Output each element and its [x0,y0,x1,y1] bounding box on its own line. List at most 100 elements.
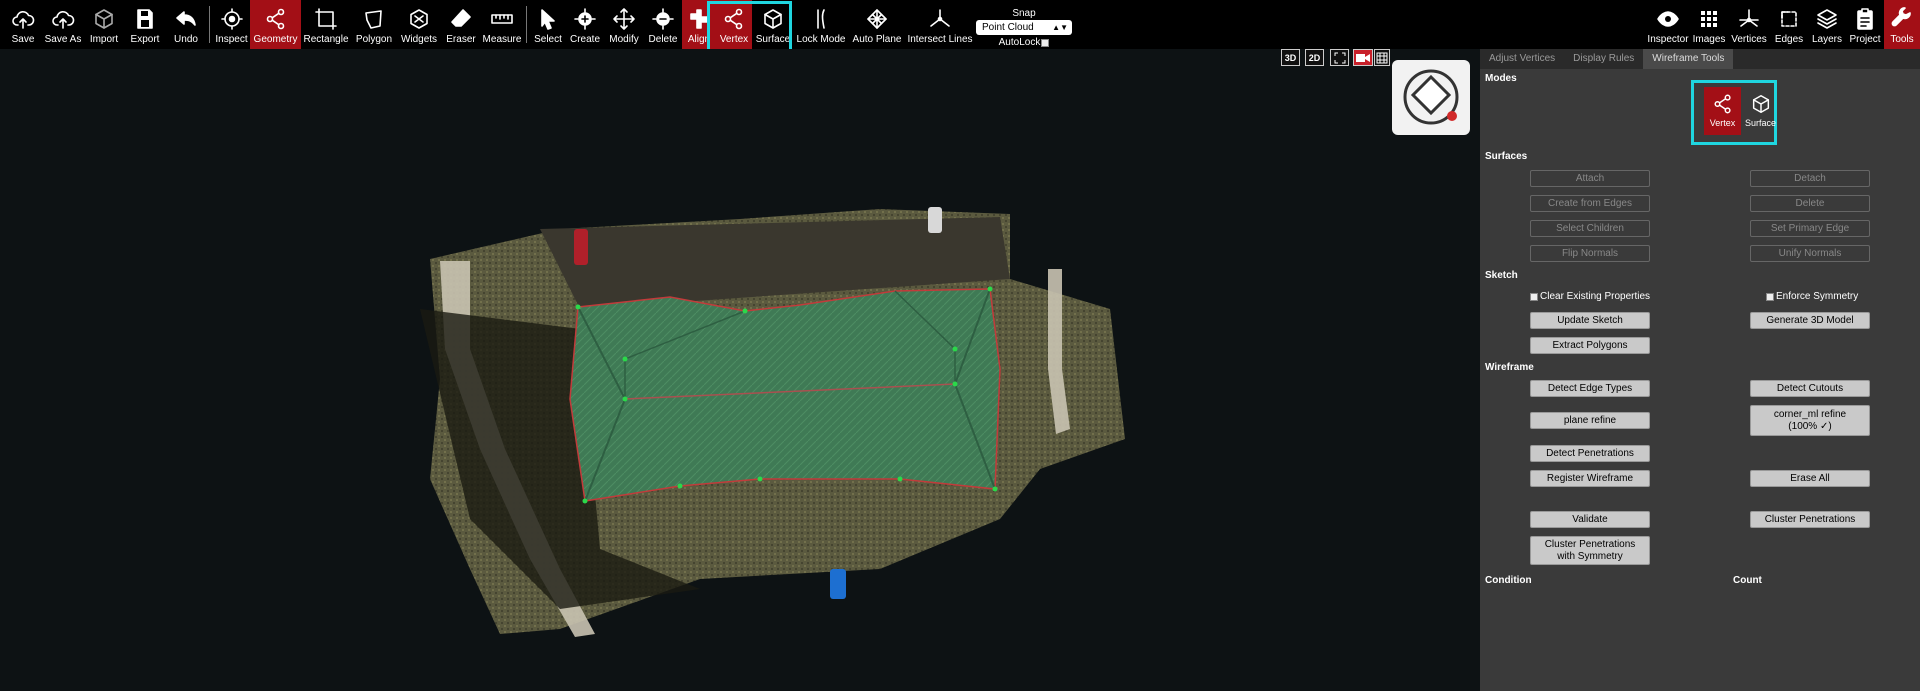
edges-button[interactable]: Edges [1770,0,1808,49]
clear-existing-option[interactable]: Clear Existing Properties [1530,291,1650,302]
3d-viewport[interactable]: 3D 2D [0,49,1480,691]
images-button[interactable]: Images [1690,0,1728,49]
enforce-symmetry-label: Enforce Symmetry [1776,291,1859,302]
export-button[interactable]: Export [124,0,166,49]
tools-button[interactable]: Tools [1884,0,1920,49]
layers-button[interactable]: Layers [1808,0,1846,49]
modify-button[interactable]: Modify [604,0,644,49]
vertices-button[interactable]: Vertices [1728,0,1770,49]
project-button[interactable]: Project [1846,0,1884,49]
detect-edge-types-button[interactable]: Detect Edge Types [1530,380,1650,397]
snap-select[interactable]: Point Cloud ▲▼ [976,20,1072,35]
condition-heading: Condition [1485,575,1532,586]
import-button[interactable]: Import [84,0,124,49]
rectangle-button[interactable]: Rectangle [301,0,351,49]
intersect-lines-label: Intersect Lines [907,34,973,45]
select-button[interactable]: Select [530,0,566,49]
wrench-icon [1891,7,1911,27]
cluster-penetrations-symmetry-button[interactable]: Cluster Penetrations with Symmetry [1530,536,1650,565]
point-cloud-scene[interactable] [0,49,1480,691]
extract-polygons-button[interactable]: Extract Polygons [1530,337,1650,354]
view-2d-button[interactable]: 2D [1305,49,1324,66]
measure-button[interactable]: Measure [481,0,523,49]
set-primary-edge-button[interactable]: Set Primary Edge [1750,220,1870,237]
intersect-icon [930,9,950,27]
view-3d-label: 3D [1284,52,1297,63]
crosshair-icon [220,8,243,30]
select-children-button[interactable]: Select Children [1530,220,1650,237]
vertex-button[interactable]: Vertex [716,0,752,49]
import-label: Import [89,34,119,45]
surface-label: Surface [755,34,791,45]
mode-surface-button[interactable]: Surface [1742,87,1779,135]
align-button[interactable]: Align [682,0,716,49]
tools-label: Tools [1890,34,1914,45]
export-label: Export [130,34,160,45]
enforce-symmetry-option[interactable]: Enforce Symmetry [1766,291,1858,302]
move-arrows-icon [613,8,635,30]
save-button[interactable]: Save [4,0,42,49]
cluster-penetrations-button[interactable]: Cluster Penetrations [1750,511,1870,528]
mode-vertex-button[interactable]: Vertex [1704,87,1741,135]
ruler-icon [491,14,513,24]
geometry-button[interactable]: Geometry [250,0,301,49]
plane-refine-button[interactable]: plane refine [1530,412,1650,429]
detect-cutouts-button[interactable]: Detect Cutouts [1750,380,1870,397]
orientation-gizmo[interactable] [1392,60,1470,135]
grid-diamond-icon [867,9,887,29]
erase-all-button[interactable]: Erase All [1750,470,1870,487]
intersect-lines-button[interactable]: Intersect Lines [906,0,974,49]
create-from-edges-button[interactable]: Create from Edges [1530,195,1650,212]
update-sketch-button[interactable]: Update Sketch [1530,312,1650,329]
tab-display-rules[interactable]: Display Rules [1564,49,1643,69]
widgets-icon [410,9,428,29]
wireframe-heading: Wireframe [1485,362,1534,373]
edges-label: Edges [1774,34,1804,45]
floppy-disk-icon [137,9,153,29]
grid-toggle-button[interactable] [1374,49,1390,66]
validate-button[interactable]: Validate [1530,511,1650,528]
enforce-symmetry-checkbox[interactable] [1766,292,1774,301]
auto-plane-button[interactable]: Auto Plane [848,0,906,49]
share-nodes-icon [266,8,284,30]
rectangle-icon [315,8,337,30]
register-wireframe-button[interactable]: Register Wireframe [1530,470,1650,487]
share-nodes-icon [1713,94,1731,114]
view-3d-button[interactable]: 3D [1281,49,1300,66]
sketch-heading: Sketch [1485,270,1518,281]
camera-button[interactable] [1353,49,1373,66]
detect-penetrations-button[interactable]: Detect Penetrations [1530,445,1650,462]
attach-button[interactable]: Attach [1530,170,1650,187]
cube-icon [95,9,113,29]
inspect-button[interactable]: Inspect [213,0,250,49]
autolock-control[interactable]: AutoLock [976,37,1072,48]
surface-delete-button[interactable]: Delete [1750,195,1870,212]
corner-ml-refine-button[interactable]: corner_ml refine (100% ✓) [1750,405,1870,436]
detach-button[interactable]: Detach [1750,170,1870,187]
eraser-button[interactable]: Eraser [441,0,481,49]
clear-existing-checkbox[interactable] [1530,292,1538,301]
autolock-checkbox[interactable] [1041,38,1050,47]
save-as-button[interactable]: Save As [42,0,84,49]
delete-button[interactable]: Delete [644,0,682,49]
share-nodes-icon [724,8,743,30]
inspector-button[interactable]: Inspector [1646,0,1690,49]
lock-mode-button[interactable]: Lock Mode [794,0,848,49]
tab-adjust-vertices[interactable]: Adjust Vertices [1480,49,1564,69]
fullscreen-button[interactable] [1330,49,1349,66]
generate-3d-model-button[interactable]: Generate 3D Model [1750,312,1870,329]
save-label: Save [11,34,35,45]
tab-wireframe-tools[interactable]: Wireframe Tools [1643,49,1734,69]
create-button[interactable]: Create [566,0,604,49]
inspector-label: Inspector [1647,34,1689,45]
view-2d-label: 2D [1308,52,1321,63]
polygon-button[interactable]: Polygon [351,0,397,49]
cube-icon [1752,95,1769,113]
align-label: Align [687,34,711,45]
flip-normals-button[interactable]: Flip Normals [1530,245,1650,262]
widgets-button[interactable]: Widgets [397,0,441,49]
undo-button[interactable]: Undo [166,0,206,49]
surface-button[interactable]: Surface [752,0,794,49]
images-label: Images [1692,34,1726,45]
unify-normals-button[interactable]: Unify Normals [1750,245,1870,262]
